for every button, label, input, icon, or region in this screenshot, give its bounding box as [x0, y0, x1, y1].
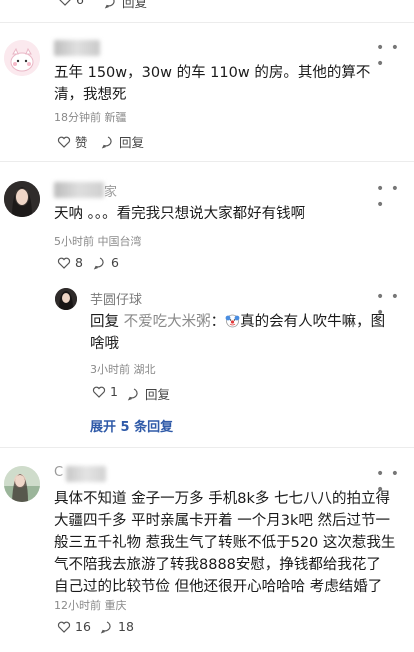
comment-icon	[100, 620, 111, 634]
subreply-time: 3小时前	[90, 363, 130, 376]
subreply-text: 回复 不爱吃大米粥： 真的会有人吹牛嘛，图啥哦	[90, 313, 386, 352]
reply-button[interactable]: 回复	[104, 0, 147, 11]
comment-icon	[101, 135, 112, 149]
like-count: 8	[75, 255, 83, 270]
reply-button[interactable]: 回复	[101, 132, 144, 151]
avatar-photo	[55, 288, 77, 310]
like-label: 赞	[75, 135, 88, 150]
username-blurred[interactable]	[54, 182, 104, 198]
avatar-photo	[4, 181, 40, 217]
reply-label: 回复	[122, 0, 148, 10]
subreply-meta: 3小时前 湖北	[90, 361, 156, 377]
reply-count: 18	[118, 619, 134, 634]
comment-time: 12小时前	[54, 599, 101, 612]
like-button[interactable]: 8	[57, 255, 83, 270]
reply-label: 回复	[145, 387, 171, 402]
heart-icon	[59, 0, 71, 6]
heart-icon	[57, 257, 71, 269]
username-visible-part[interactable]: 家	[104, 181, 117, 200]
username-visible-part[interactable]: C	[54, 465, 63, 480]
username-blurred[interactable]	[54, 40, 100, 56]
clown-emoji-icon	[225, 313, 240, 328]
reply-label: 回复	[119, 135, 145, 150]
comment-icon	[127, 387, 138, 401]
comment-text: 天呐 。。。看完我只想说大家都好有钱啊	[54, 206, 306, 222]
reply-button[interactable]: 6	[93, 255, 119, 270]
comment-location: 重庆	[104, 599, 127, 612]
comment-meta: 5小时前 中国台湾	[54, 233, 142, 249]
avatar-photo	[4, 466, 40, 502]
reply-count: 6	[111, 255, 119, 270]
like-button[interactable]: 16	[57, 619, 91, 634]
avatar[interactable]	[4, 40, 40, 76]
subreply-location: 湖北	[133, 363, 156, 376]
expand-replies-button[interactable]: 展开 5 条回复	[90, 416, 173, 435]
divider	[0, 22, 414, 23]
comment-location: 中国台湾	[97, 235, 142, 248]
like-button[interactable]: 赞	[57, 132, 88, 151]
heart-icon	[57, 621, 71, 633]
reply-button[interactable]: 回复	[127, 384, 170, 403]
heart-icon	[57, 136, 71, 148]
comment-text: 具体不知道 金子一万多 手机8k多 七七八八的拍立得大疆四千多 平时亲属卡开着 …	[54, 491, 396, 595]
divider	[0, 161, 414, 162]
like-count: 1	[110, 384, 118, 399]
reply-to-user[interactable]: 不爱吃大米粥	[124, 314, 211, 330]
reply-prefix: 回复	[90, 314, 119, 330]
like-count: 6	[76, 0, 84, 7]
username-blurred[interactable]	[66, 466, 106, 482]
divider	[0, 447, 414, 448]
subreply-avatar[interactable]	[55, 288, 77, 310]
avatar[interactable]	[4, 466, 40, 502]
like-button[interactable]: 1	[92, 384, 118, 399]
comment-text: 五年 150w，30w 的车 110w 的房。其他的算不清，我想死	[54, 65, 371, 103]
comment-icon	[104, 0, 115, 9]
like-button[interactable]: 6	[58, 0, 84, 7]
like-count: 16	[75, 619, 91, 634]
comment-icon	[93, 256, 104, 270]
reply-button[interactable]: 18	[100, 619, 134, 634]
comment-meta: 12小时前 重庆	[54, 597, 127, 613]
comment-time: 5小时前	[54, 235, 94, 248]
subreply-username[interactable]: 芋圆仔球	[90, 289, 142, 308]
comment-meta: 18分钟前 新疆	[54, 109, 127, 125]
avatar-illustration	[4, 40, 40, 76]
heart-icon	[92, 386, 106, 398]
comment-location: 新疆	[104, 111, 127, 124]
comment-time: 18分钟前	[54, 111, 101, 124]
avatar[interactable]	[4, 181, 40, 217]
